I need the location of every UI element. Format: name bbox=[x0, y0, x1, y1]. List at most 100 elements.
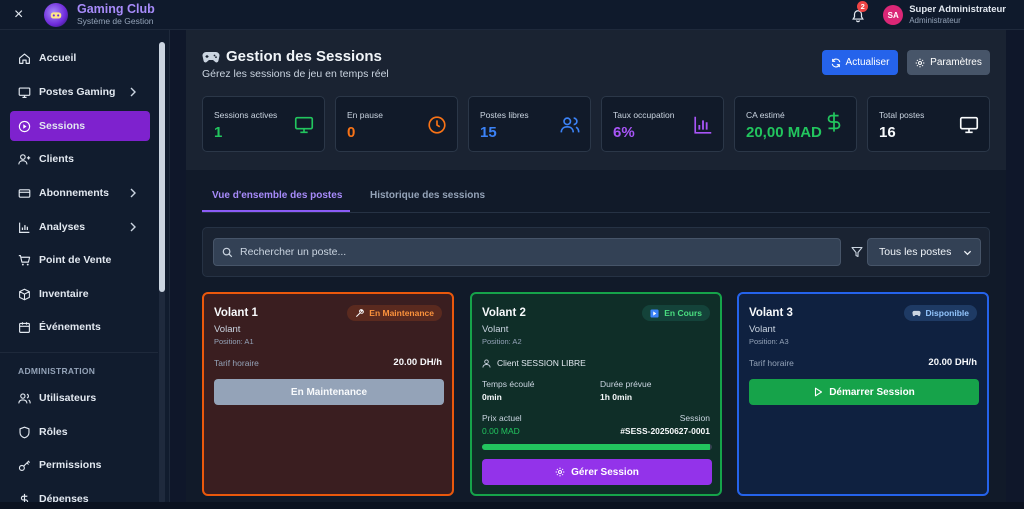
card-title: Volant 2 bbox=[482, 307, 526, 319]
tab-overview[interactable]: Vue d'ensemble des postes bbox=[212, 190, 342, 201]
refresh-icon bbox=[831, 58, 840, 67]
card-position: Position: A2 bbox=[482, 337, 522, 346]
user-icon bbox=[482, 358, 491, 368]
settings-button[interactable]: Paramètres bbox=[907, 50, 990, 75]
elapsed-value: 0min bbox=[482, 392, 502, 402]
session-label: Session bbox=[679, 413, 710, 423]
users-icon bbox=[559, 114, 581, 136]
rate-label: Tarif horaire bbox=[749, 358, 794, 368]
cart-icon bbox=[18, 254, 31, 267]
poste-filter-select[interactable]: Tous les postes bbox=[867, 238, 981, 266]
avatar[interactable]: SA bbox=[883, 5, 904, 25]
close-icon[interactable]: × bbox=[14, 6, 36, 23]
sidebar-item-label: Analyses bbox=[39, 221, 86, 233]
stat-ca-estime: CA estimé 20,00 MAD bbox=[734, 96, 857, 152]
sidebar-item-label: Utilisateurs bbox=[39, 392, 97, 404]
chevron-right-icon bbox=[130, 87, 136, 97]
sidebar-item-accueil[interactable]: Accueil bbox=[10, 43, 150, 73]
play-icon bbox=[815, 387, 823, 397]
start-session-button[interactable]: Démarrer Session bbox=[749, 379, 979, 405]
monitor-icon bbox=[293, 114, 315, 136]
user-plus-icon bbox=[18, 153, 31, 166]
status-text: Disponible bbox=[925, 308, 969, 318]
session-id: #SESS-20250627-0001 bbox=[620, 426, 710, 436]
sidebar-item-utilisateurs[interactable]: Utilisateurs bbox=[10, 383, 150, 413]
stat-postes-libres: Postes libres 15 bbox=[468, 96, 591, 152]
sidebar-item-label: Inventaire bbox=[39, 288, 89, 300]
sidebar-item-analyses[interactable]: Analyses bbox=[10, 212, 150, 242]
app-subtitle: Système de Gestion bbox=[77, 16, 154, 26]
page-header: Gestion des Sessions Gérez les sessions … bbox=[186, 30, 1006, 170]
bar-chart-icon bbox=[692, 114, 714, 136]
card-title: Volant 1 bbox=[214, 307, 258, 319]
content-panel: Vue d'ensemble des postes Historique des… bbox=[186, 170, 1006, 509]
stat-label: Total postes bbox=[879, 110, 925, 120]
planned-value: 1h 0min bbox=[600, 392, 633, 402]
stat-label: Taux occupation bbox=[613, 110, 675, 120]
brand: Gaming Club Système de Gestion bbox=[77, 2, 155, 27]
horizontal-scrollbar[interactable] bbox=[0, 502, 1024, 509]
status-badge: Disponible bbox=[903, 305, 977, 321]
key-icon bbox=[18, 459, 31, 472]
user-role: Administrateur bbox=[909, 16, 961, 25]
card-title: Volant 3 bbox=[749, 307, 793, 319]
stat-value: 20,00 MAD bbox=[746, 124, 822, 141]
stat-value: 6% bbox=[613, 124, 635, 141]
dollar-icon bbox=[823, 111, 845, 133]
stat-en-pause: En pause 0 bbox=[335, 96, 458, 152]
status-badge: En Maintenance bbox=[347, 305, 442, 321]
chevron-right-icon bbox=[130, 188, 136, 198]
stat-label: Postes libres bbox=[480, 110, 529, 120]
stat-total-postes: Total postes 16 bbox=[867, 96, 990, 152]
sidebar-item-abonnements[interactable]: Abonnements bbox=[10, 178, 150, 208]
session-progress-fill bbox=[482, 444, 710, 450]
sidebar: Accueil Postes Gaming Sessions Clients A… bbox=[0, 30, 170, 509]
rate-label: Tarif horaire bbox=[214, 358, 259, 368]
manage-session-button[interactable]: Gérer Session bbox=[482, 459, 712, 485]
status-badge: En Cours bbox=[642, 305, 710, 321]
sidebar-item-label: Permissions bbox=[39, 459, 102, 471]
sidebar-scrollbar-thumb[interactable] bbox=[159, 42, 165, 292]
sidebar-item-postes-gaming[interactable]: Postes Gaming bbox=[10, 77, 150, 107]
monitor-icon bbox=[18, 86, 31, 99]
page-title: Gestion des Sessions bbox=[202, 48, 382, 65]
maintenance-button[interactable]: En Maintenance bbox=[214, 379, 444, 405]
filter-bar: Tous les postes bbox=[202, 227, 990, 277]
settings-label: Paramètres bbox=[930, 57, 982, 68]
user-info[interactable]: Super Administrateur Administrateur bbox=[909, 4, 1006, 26]
bar-chart-icon bbox=[18, 221, 31, 234]
shield-icon bbox=[18, 426, 31, 439]
sidebar-item-label: Rôles bbox=[39, 426, 68, 438]
sidebar-item-point-de-vente[interactable]: Point de Vente bbox=[10, 245, 150, 275]
sidebar-scrollbar[interactable] bbox=[159, 42, 165, 504]
status-text: En Cours bbox=[664, 308, 702, 318]
price-label: Prix actuel bbox=[482, 413, 522, 423]
users-icon bbox=[18, 392, 31, 405]
rate-value: 20.00 DH/h bbox=[393, 357, 442, 368]
play-circle-icon bbox=[18, 120, 31, 133]
box-icon bbox=[18, 288, 31, 301]
refresh-button[interactable]: Actualiser bbox=[822, 50, 898, 75]
user-name: Super Administrateur bbox=[909, 4, 1006, 15]
notification-badge: 2 bbox=[857, 1, 869, 12]
select-value: Tous les postes bbox=[879, 246, 952, 258]
sidebar-divider bbox=[0, 352, 158, 353]
sidebar-item-clients[interactable]: Clients bbox=[10, 144, 150, 174]
sidebar-item-evenements[interactable]: Événements bbox=[10, 312, 150, 342]
stat-value: 15 bbox=[480, 124, 497, 141]
home-icon bbox=[18, 52, 31, 65]
sidebar-item-inventaire[interactable]: Inventaire bbox=[10, 279, 150, 309]
poste-card-volant-2: Volant 2 En Cours Volant Position: A2 Cl… bbox=[470, 292, 722, 496]
filter-icon bbox=[851, 246, 863, 258]
page-title-text: Gestion des Sessions bbox=[226, 48, 382, 65]
stat-label: CA estimé bbox=[746, 110, 785, 120]
sidebar-item-roles[interactable]: Rôles bbox=[10, 417, 150, 447]
sidebar-item-permissions[interactable]: Permissions bbox=[10, 450, 150, 480]
search-input[interactable] bbox=[213, 238, 841, 266]
card-icon bbox=[18, 187, 31, 200]
notifications-button[interactable]: 2 bbox=[849, 1, 869, 24]
tab-history[interactable]: Historique des sessions bbox=[370, 190, 485, 201]
poste-card-volant-3: Volant 3 Disponible Volant Position: A3 … bbox=[737, 292, 989, 496]
sidebar-item-sessions[interactable]: Sessions bbox=[10, 111, 150, 141]
sidebar-item-label: Postes Gaming bbox=[39, 86, 116, 98]
